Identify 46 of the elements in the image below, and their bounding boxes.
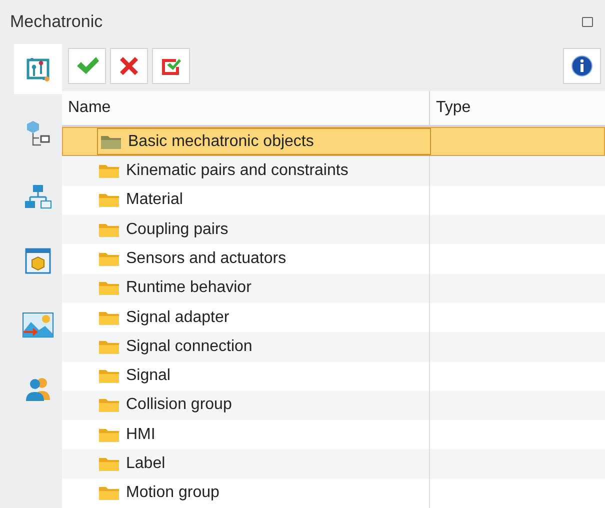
tree-row[interactable]: Coupling pairs xyxy=(62,215,605,244)
folder-icon xyxy=(98,397,120,414)
folder-icon xyxy=(100,134,122,150)
tree-row[interactable]: Runtime behavior xyxy=(62,274,605,303)
tree-row[interactable]: Collision group xyxy=(62,390,605,420)
tree-row[interactable]: Signal connection xyxy=(62,332,605,362)
row-label: Label xyxy=(126,455,166,474)
toolbar-button[interactable] xyxy=(68,48,106,84)
folder-icon xyxy=(98,456,120,472)
folder-icon xyxy=(98,426,120,443)
folder-icon xyxy=(98,192,120,208)
row-label: Coupling pairs xyxy=(126,220,228,239)
folder-icon xyxy=(98,368,120,384)
row-label: Signal xyxy=(126,367,170,386)
folder-icon xyxy=(98,485,120,502)
tree-row[interactable]: Kinematic pairs and constraints xyxy=(62,156,605,186)
info-button[interactable] xyxy=(563,48,601,84)
column-header[interactable]: Name xyxy=(62,91,430,126)
folder-icon xyxy=(98,338,120,355)
folder-icon xyxy=(98,222,120,238)
checkmark-icon xyxy=(75,56,99,76)
folder-icon xyxy=(98,310,120,326)
row-label: Runtime behavior xyxy=(126,279,252,298)
tree-row[interactable]: Label xyxy=(62,449,605,479)
row-label: Motion group xyxy=(126,484,220,502)
box-window-icon xyxy=(23,246,53,276)
panel-title: Mechatronic xyxy=(10,12,103,32)
folder-icon xyxy=(98,163,120,180)
info-icon xyxy=(571,55,593,78)
toolbar-button[interactable] xyxy=(152,48,190,84)
tree-row[interactable]: Motion group xyxy=(62,478,605,508)
restore-icon[interactable] xyxy=(582,17,593,27)
row-label: Signal connection xyxy=(126,338,252,356)
row-label: Kinematic pairs and constraints xyxy=(126,162,348,180)
sidebar-tab[interactable] xyxy=(14,44,62,94)
column-header[interactable]: Type xyxy=(430,91,471,126)
row-label: Basic mechatronic objects xyxy=(128,132,314,151)
toolbar-button[interactable] xyxy=(110,48,148,84)
row-label: HMI xyxy=(126,426,156,444)
tree-row[interactable]: Basic mechatronic objects xyxy=(62,127,605,156)
folder-icon xyxy=(98,250,120,267)
row-label: Material xyxy=(126,191,183,210)
row-label: Sensors and actuators xyxy=(126,250,286,268)
row-label: Collision group xyxy=(126,396,232,414)
row-label: Signal adapter xyxy=(126,308,230,327)
folder-icon xyxy=(98,280,120,296)
